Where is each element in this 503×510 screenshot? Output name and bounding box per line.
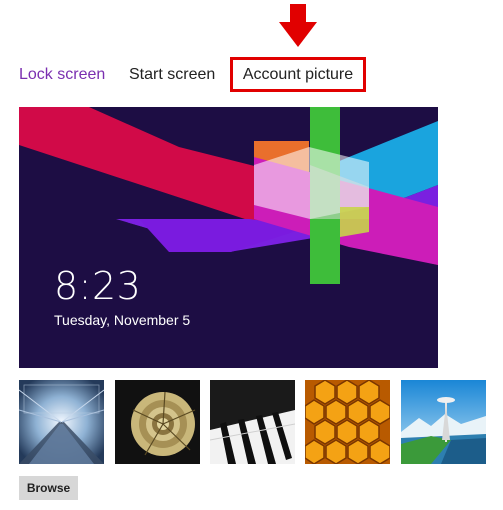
lock-screen-preview: 8:23 Tuesday, November 5 [19, 107, 438, 368]
honeycomb-thumbnail[interactable] [305, 380, 390, 464]
nautilus-thumbnail[interactable] [115, 380, 200, 464]
annotation-arrow-down-icon [279, 4, 317, 47]
tab-start-screen[interactable]: Start screen [129, 58, 215, 92]
background-thumbnails [0, 380, 503, 464]
browse-button[interactable]: Browse [19, 476, 78, 500]
space-needle-thumbnail[interactable] [401, 380, 486, 464]
lock-screen-date: Tuesday, November 5 [54, 312, 191, 328]
lock-screen-time: 8:23 [54, 264, 142, 308]
tunnel-thumbnail[interactable] [19, 380, 104, 464]
tab-bar: Lock screen Start screen Account picture [0, 57, 503, 94]
tab-lock-screen[interactable]: Lock screen [19, 58, 105, 92]
piano-keys-thumbnail[interactable] [210, 380, 295, 464]
lock-screen-background-art [19, 107, 438, 368]
tab-account-picture[interactable]: Account picture [230, 57, 366, 92]
